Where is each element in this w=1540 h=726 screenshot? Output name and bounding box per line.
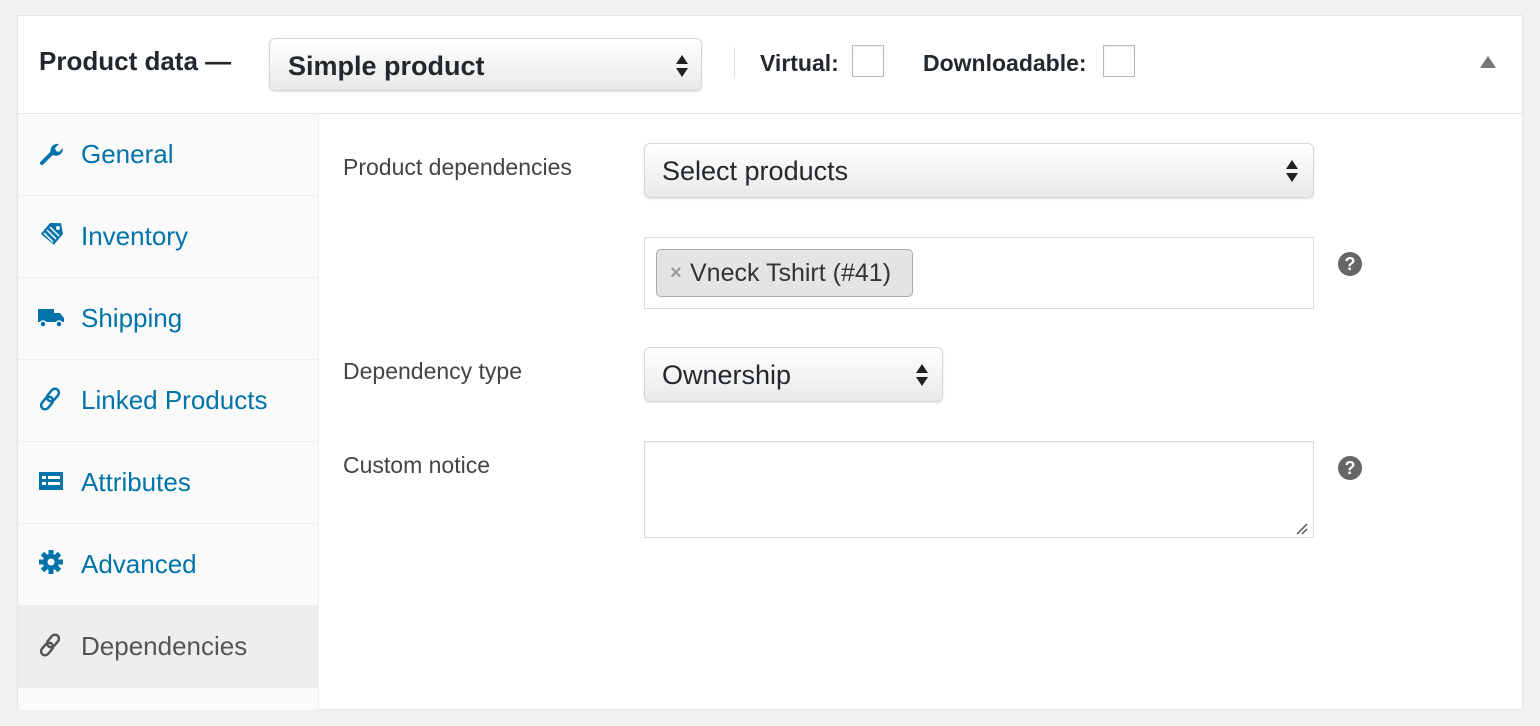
custom-notice-label: Custom notice xyxy=(343,452,491,478)
product-dependencies-label: Product dependencies xyxy=(343,154,572,180)
product-token: × Vneck Tshirt (#41) xyxy=(656,249,913,297)
tab-inventory[interactable]: Inventory xyxy=(18,196,318,278)
tab-label: Attributes xyxy=(81,467,191,497)
tab-label: Advanced xyxy=(81,549,197,579)
dependency-type-label: Dependency type xyxy=(343,358,523,384)
select-arrows-icon xyxy=(676,55,688,77)
select-arrows-icon xyxy=(1286,160,1298,182)
tab-attributes[interactable]: Attributes xyxy=(18,442,318,524)
product-type-value: Simple product xyxy=(288,51,485,81)
product-data-panel: Product data — Simple product Virtual: D… xyxy=(17,15,1523,710)
link-icon xyxy=(39,387,61,411)
tab-general[interactable]: General xyxy=(18,114,318,196)
truck-icon xyxy=(38,309,64,328)
collapse-toggle-icon[interactable] xyxy=(1479,55,1497,69)
panel-header: Product data — Simple product Virtual: D… xyxy=(18,16,1522,114)
custom-notice-textarea[interactable] xyxy=(644,441,1314,538)
downloadable-label: Downloadable: xyxy=(923,50,1087,76)
tab-linked-products[interactable]: Linked Products xyxy=(18,360,318,442)
product-dependencies-select[interactable]: Select products xyxy=(644,143,1314,198)
tab-label: General xyxy=(81,139,174,169)
tab-label: Dependencies xyxy=(81,631,248,661)
tag-icon xyxy=(40,223,63,245)
help-icon[interactable]: ? xyxy=(1338,456,1362,480)
dependency-type-value: Ownership xyxy=(662,360,792,390)
header-divider xyxy=(734,47,735,77)
tab-label: Shipping xyxy=(81,303,183,333)
tab-label: Inventory xyxy=(81,221,188,251)
product-select-placeholder: Select products xyxy=(662,156,849,186)
virtual-label: Virtual: xyxy=(760,50,839,76)
product-token-label: Vneck Tshirt (#41) xyxy=(690,259,892,287)
tab-advanced[interactable]: Advanced xyxy=(18,524,318,606)
virtual-checkbox[interactable] xyxy=(852,45,884,77)
help-icon[interactable]: ? xyxy=(1338,252,1362,276)
resize-grip-icon[interactable] xyxy=(1294,521,1308,535)
tab-dependencies[interactable]: Dependencies xyxy=(18,606,318,688)
gear-icon xyxy=(39,550,63,574)
dependency-type-select[interactable]: Ownership xyxy=(644,347,943,402)
panel-title: Product data — xyxy=(39,46,232,76)
selected-products-box[interactable]: × Vneck Tshirt (#41) xyxy=(644,237,1314,309)
tab-shipping[interactable]: Shipping xyxy=(18,278,318,360)
list-icon xyxy=(39,472,63,490)
link-icon xyxy=(39,633,61,657)
select-arrows-icon xyxy=(916,364,928,386)
wrench-icon xyxy=(40,143,63,165)
product-type-select[interactable]: Simple product xyxy=(269,38,702,91)
product-data-tabs: General Inventory Shipping Linked Produc… xyxy=(18,114,319,710)
tab-label: Linked Products xyxy=(81,385,268,415)
remove-token-button[interactable]: × xyxy=(670,262,682,285)
downloadable-checkbox[interactable] xyxy=(1103,45,1135,77)
